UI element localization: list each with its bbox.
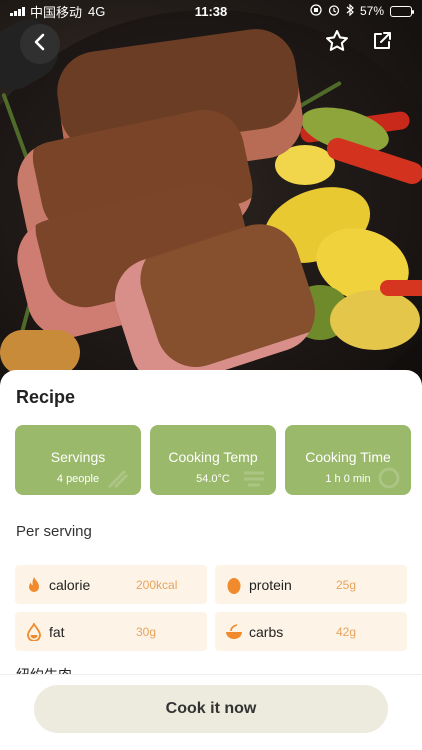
recipe-title: Recipe: [16, 387, 76, 407]
status-bar: 中国移动 4G 11:38 57%: [0, 0, 422, 22]
clock-icon: [378, 467, 400, 489]
cooking-time-card: Cooking Time 1 h 0 min: [285, 425, 411, 495]
thermometer-icon: [244, 471, 264, 487]
bowl-icon: [225, 623, 243, 641]
card-title: Cooking Time: [305, 449, 391, 465]
squash-slice: [330, 290, 420, 350]
nutrition-value: 25g: [336, 577, 357, 592]
favorite-button[interactable]: [322, 28, 352, 58]
back-button[interactable]: [20, 24, 60, 64]
nutrition-item-fat: fat 30g: [15, 612, 207, 651]
star-outline-icon: [324, 28, 350, 59]
egg-icon: [225, 576, 243, 594]
nutrition-label: carbs: [249, 623, 284, 640]
card-title: Servings: [50, 449, 106, 465]
hero-image: [0, 0, 422, 385]
card-title: Cooking Temp: [168, 449, 258, 465]
status-time: 11:38: [194, 3, 228, 19]
nutrition-label: calorie: [49, 576, 91, 593]
fork-icon: [107, 469, 129, 489]
per-serving-heading: Per serving: [16, 523, 92, 540]
share-button[interactable]: [367, 28, 397, 58]
nutrition-item-carbs: carbs 42g: [215, 612, 407, 651]
share-icon: [370, 29, 394, 58]
recipe-info-cards: Servings 4 people Cooking Temp 54.0°C Co…: [15, 425, 411, 495]
flame-icon: [25, 576, 43, 594]
red-pepper: [380, 280, 422, 296]
nutrition-value: 200kcal: [136, 577, 178, 592]
nutrition-value: 42g: [336, 624, 357, 639]
cooking-temp-card: Cooking Temp 54.0°C: [150, 425, 276, 495]
nutrition-item-calorie: calorie 200kcal: [15, 565, 207, 604]
servings-card: Servings 4 people: [15, 425, 141, 495]
cook-now-button[interactable]: Cook it now: [34, 685, 388, 733]
nutrition-grid: calorie 200kcal protein 25g fat 30g carb…: [15, 565, 407, 651]
nutrition-value: 30g: [136, 624, 157, 639]
nutrition-label: fat: [49, 623, 65, 640]
nutrition-item-protein: protein 25g: [215, 565, 407, 604]
nutrition-label: protein: [249, 576, 292, 593]
chevron-left-icon: [33, 30, 47, 58]
bottom-bar: Cook it now: [0, 674, 422, 750]
battery-icon: [390, 5, 414, 17]
roast-potato: [0, 330, 80, 375]
oil-drop-icon: [25, 622, 43, 641]
